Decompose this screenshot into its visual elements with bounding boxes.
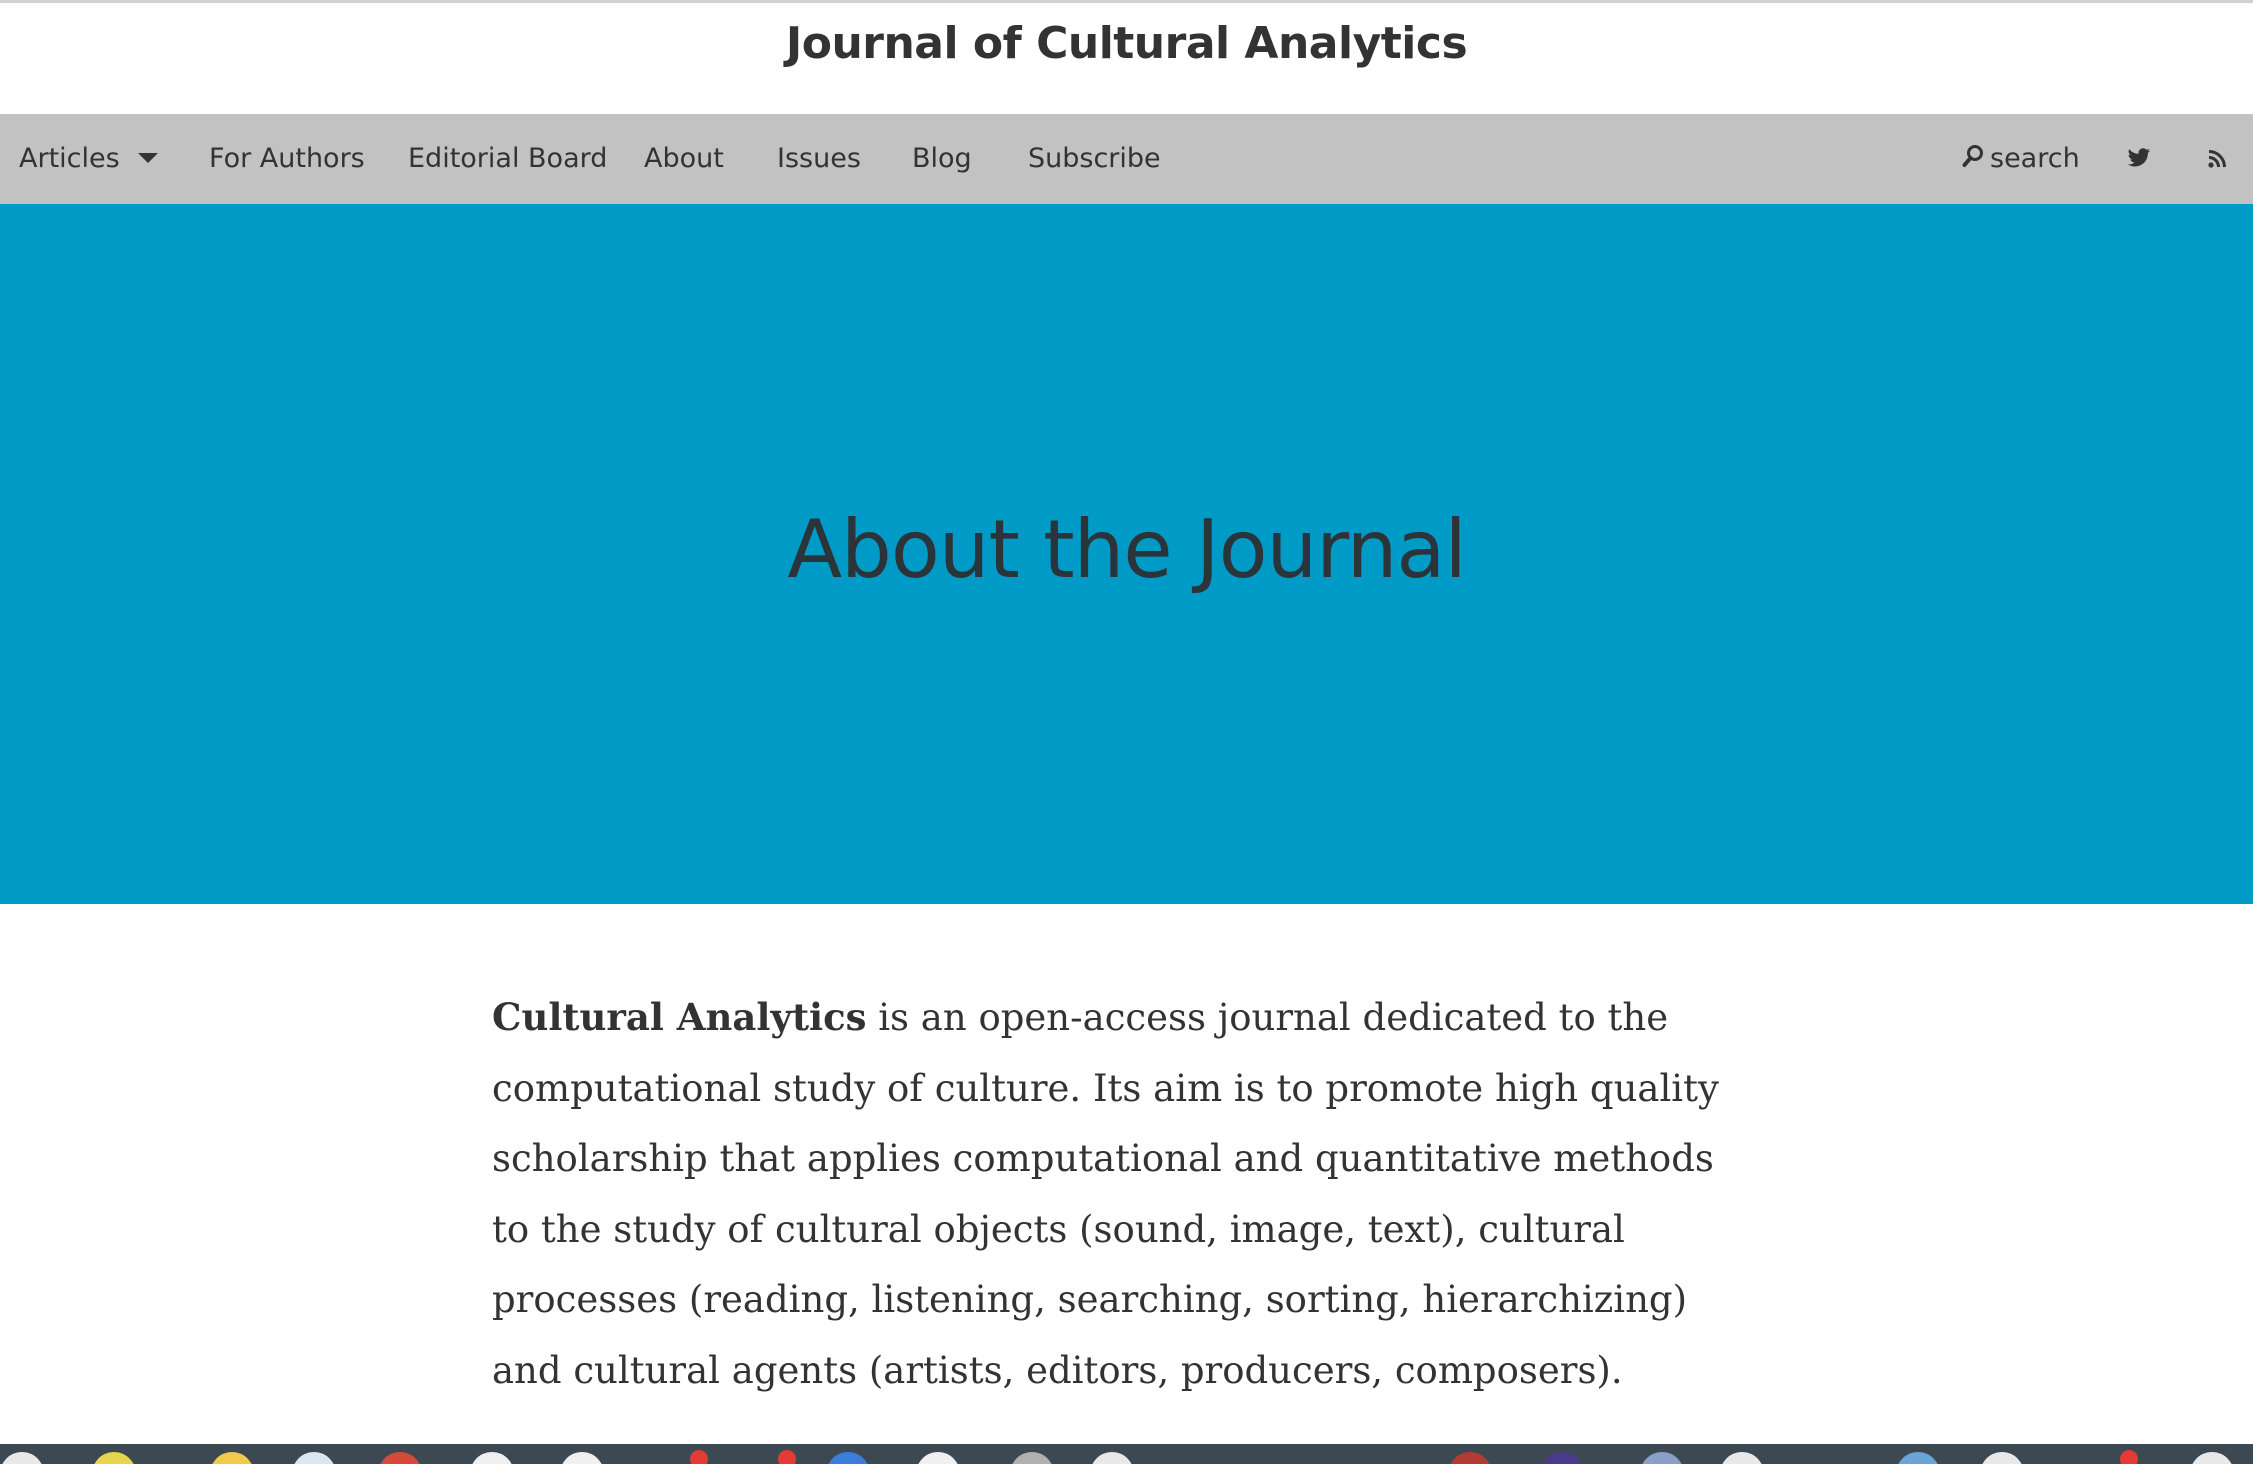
dock-app-icon[interactable] <box>378 1452 422 1464</box>
dock-app-icon[interactable] <box>210 1452 254 1464</box>
main-navbar: Articles For Authors Editorial Board Abo… <box>0 114 2253 204</box>
twitter-icon <box>2127 115 2151 205</box>
site-header: Journal of Cultural Analytics <box>0 3 2253 114</box>
dock-app-icon[interactable] <box>1540 1452 1584 1464</box>
dock-app-icon[interactable] <box>1448 1452 1492 1464</box>
dock-app-icon[interactable] <box>470 1452 514 1464</box>
nav-item-label: Editorial Board <box>408 143 608 174</box>
page-title: About the Journal <box>787 503 1466 596</box>
site-title[interactable]: Journal of Cultural Analytics <box>0 13 2253 75</box>
page: Journal of Cultural Analytics Articles F… <box>0 0 2253 1464</box>
nav-item-issues[interactable]: Issues <box>777 114 861 204</box>
dock-app-icon[interactable] <box>1980 1452 2024 1464</box>
dock-app-icon[interactable] <box>1896 1452 1940 1464</box>
nav-search-link[interactable]: search <box>1962 114 2080 204</box>
intro-text: is an open-access journal dedicated to t… <box>492 996 1719 1392</box>
nav-item-label: Articles <box>19 143 120 174</box>
nav-item-about[interactable]: About <box>644 114 724 204</box>
twitter-link[interactable] <box>2127 114 2151 204</box>
dock-app-icon[interactable] <box>0 1452 44 1464</box>
dock-app-icon[interactable] <box>1720 1452 1764 1464</box>
nav-item-editorial-board[interactable]: Editorial Board <box>408 114 607 204</box>
dock-app-icon[interactable] <box>916 1452 960 1464</box>
dock-app-icon[interactable] <box>2190 1452 2234 1464</box>
hero-banner: About the Journal <box>0 204 2253 904</box>
about-content: Cultural Analytics is an open-access jou… <box>492 982 1732 1406</box>
rss-link[interactable] <box>2208 114 2226 204</box>
dock-app-icon[interactable] <box>292 1452 336 1464</box>
rss-icon <box>2208 115 2226 205</box>
notification-badge <box>2120 1450 2138 1464</box>
dock-app-icon[interactable] <box>560 1452 604 1464</box>
nav-item-blog[interactable]: Blog <box>912 114 972 204</box>
notification-badge <box>778 1450 796 1464</box>
dock-app-icon[interactable] <box>826 1452 870 1464</box>
dock-app-icon[interactable] <box>1640 1452 1684 1464</box>
nav-item-subscribe[interactable]: Subscribe <box>1028 114 1161 204</box>
chevron-down-icon <box>137 153 158 163</box>
nav-item-label: Blog <box>912 143 972 174</box>
nav-item-label: For Authors <box>209 143 365 174</box>
journal-name-bold: Cultural Analytics <box>492 995 867 1039</box>
intro-paragraph: Cultural Analytics is an open-access jou… <box>492 982 1732 1406</box>
dock-app-icon[interactable] <box>1010 1452 1054 1464</box>
search-label: search <box>1990 143 2080 174</box>
search-icon <box>1962 115 1984 205</box>
nav-item-for-authors[interactable]: For Authors <box>209 114 365 204</box>
nav-item-label: Issues <box>777 143 861 174</box>
os-dock <box>0 1444 2253 1464</box>
notification-badge <box>690 1450 708 1464</box>
dock-app-icon[interactable] <box>1090 1452 1134 1464</box>
nav-item-articles[interactable]: Articles <box>19 114 158 204</box>
nav-item-label: Subscribe <box>1028 143 1161 174</box>
nav-item-label: About <box>644 143 724 174</box>
dock-app-icon[interactable] <box>92 1452 136 1464</box>
